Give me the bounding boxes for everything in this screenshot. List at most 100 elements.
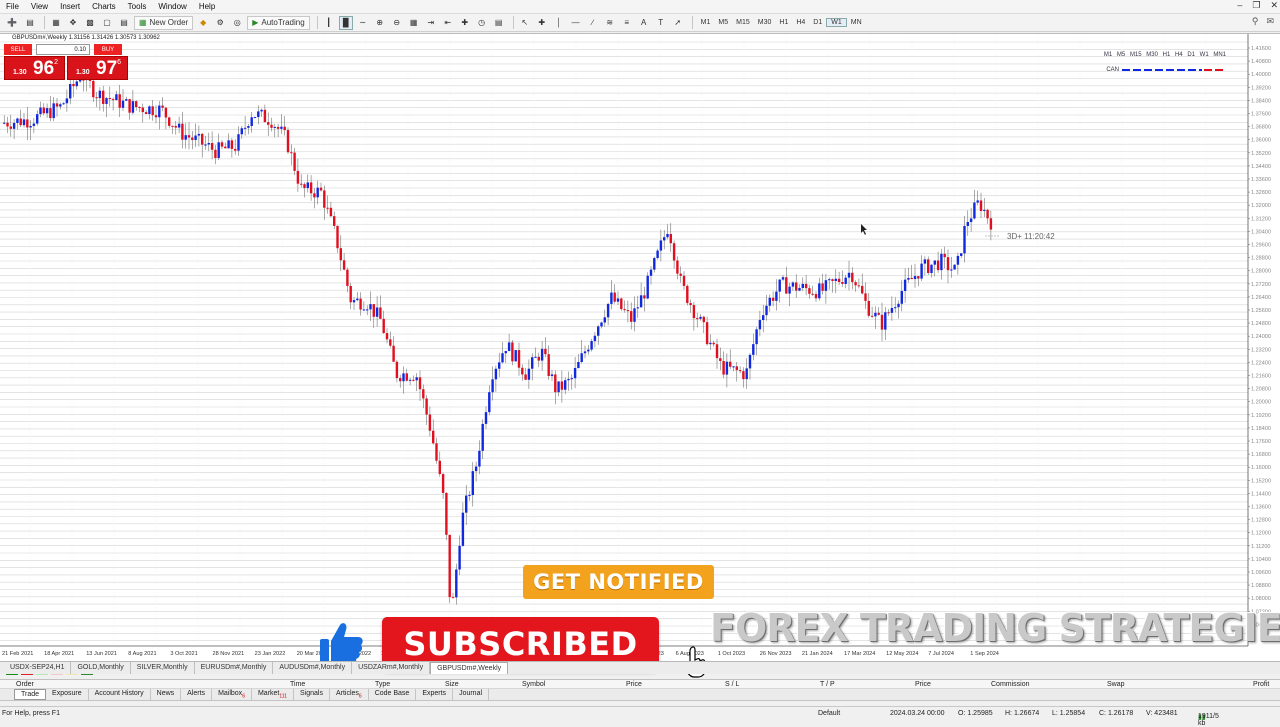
- col-sl[interactable]: S / L: [725, 681, 739, 688]
- chart-tab-audusd[interactable]: AUDUSDm#,Monthly: [273, 662, 353, 674]
- line-chart-icon[interactable]: ∼: [356, 16, 370, 30]
- new-order-button[interactable]: ▦ New Order: [133, 15, 194, 30]
- bull-candle: [593, 332, 597, 348]
- term-tab-mailbox[interactable]: Mailbox6: [212, 689, 252, 700]
- bull-candle: [890, 296, 894, 321]
- term-tab-market[interactable]: Market111: [252, 689, 294, 700]
- profiles-icon[interactable]: ▤: [23, 16, 37, 30]
- col-order[interactable]: Order: [16, 681, 34, 688]
- term-tab-code-base[interactable]: Code Base: [369, 689, 417, 700]
- col-profit[interactable]: Profit: [1253, 681, 1269, 688]
- chat-icon[interactable]: ✉: [1266, 16, 1274, 27]
- trendline-icon[interactable]: ∕: [586, 16, 600, 30]
- menu-window[interactable]: Window: [152, 2, 192, 11]
- col-swap[interactable]: Swap: [1107, 681, 1125, 688]
- terminal-icon[interactable]: ▢: [100, 16, 114, 30]
- chart-tab-eurusd[interactable]: EURUSDm#,Monthly: [195, 662, 274, 674]
- chart-tab-silver[interactable]: SILVER,Monthly: [131, 662, 195, 674]
- buy-label[interactable]: BUY: [94, 44, 122, 55]
- bear-candle: [630, 302, 633, 330]
- price-tick-label: 1.13600: [1251, 505, 1271, 511]
- navigator-icon[interactable]: ▩: [83, 16, 97, 30]
- col-time[interactable]: Time: [290, 681, 305, 688]
- term-tab-trade[interactable]: Trade: [14, 689, 47, 700]
- text-icon[interactable]: A: [637, 16, 651, 30]
- horizontal-line-icon[interactable]: —: [569, 16, 583, 30]
- bar-chart-icon[interactable]: ┃: [322, 16, 336, 30]
- signals-icon[interactable]: ◎: [230, 16, 244, 30]
- bear-candle: [333, 211, 336, 230]
- col-symbol[interactable]: Symbol: [522, 681, 545, 688]
- chart-tab-usdzar[interactable]: USDZARm#,Monthly: [352, 662, 431, 674]
- minimize-icon[interactable]: –: [1237, 0, 1242, 11]
- restore-icon[interactable]: ❐: [1252, 0, 1260, 11]
- price-tick-label: 1.36000: [1251, 138, 1271, 144]
- period-m30[interactable]: M30: [754, 19, 776, 26]
- period-m15[interactable]: M15: [732, 19, 754, 26]
- col-commission[interactable]: Commission: [991, 681, 1030, 688]
- sell-button[interactable]: 1.30 96 2: [4, 56, 65, 80]
- thumbs-up-icon[interactable]: [318, 621, 364, 665]
- menu-tools[interactable]: Tools: [122, 2, 153, 11]
- col-price-current[interactable]: Price: [915, 681, 931, 688]
- term-tab-exposure[interactable]: Exposure: [46, 689, 89, 700]
- col-tp[interactable]: T / P: [820, 681, 835, 688]
- chart-tab-gbpusd[interactable]: GBPUSDm#,Weekly: [430, 662, 509, 674]
- period-mn[interactable]: MN: [847, 19, 866, 26]
- chart-window[interactable]: 1.41600 1.40800 1.40000 1.39200 1.38400 1.376…: [0, 33, 1280, 678]
- channel-icon[interactable]: ≋: [603, 16, 617, 30]
- term-tab-experts[interactable]: Experts: [416, 689, 454, 700]
- sell-label[interactable]: SELL: [4, 44, 32, 55]
- indicators-icon[interactable]: ✚: [458, 16, 472, 30]
- period-h4[interactable]: H4: [792, 19, 809, 26]
- term-tab-signals[interactable]: Signals: [294, 689, 330, 700]
- col-type[interactable]: Type: [375, 681, 390, 688]
- close-icon[interactable]: ✕: [1270, 0, 1278, 11]
- term-tab-alerts[interactable]: Alerts: [181, 689, 213, 700]
- candle-chart-icon[interactable]: █: [338, 15, 353, 30]
- search-icon[interactable]: ⚲: [1252, 16, 1259, 27]
- periods-icon[interactable]: ◷: [475, 16, 489, 30]
- term-tab-account-history[interactable]: Account History: [89, 689, 151, 700]
- period-m1[interactable]: M1: [697, 19, 715, 26]
- term-tab-news[interactable]: News: [151, 689, 182, 700]
- tester-icon[interactable]: ▤: [117, 16, 131, 30]
- fibonacci-icon[interactable]: ≡: [620, 16, 634, 30]
- options-icon[interactable]: ⚙: [213, 16, 227, 30]
- get-notified-banner[interactable]: GET NOTIFIED: [523, 565, 714, 599]
- col-price[interactable]: Price: [626, 681, 642, 688]
- new-chart-icon[interactable]: ➕: [4, 16, 20, 30]
- autotrading-button[interactable]: ▶ AutoTrading: [247, 15, 310, 30]
- menu-charts[interactable]: Charts: [86, 2, 122, 11]
- col-size[interactable]: Size: [445, 681, 459, 688]
- arrows-icon[interactable]: ➚: [671, 16, 685, 30]
- buy-button[interactable]: 1.30 97 6: [67, 56, 128, 80]
- vertical-line-icon[interactable]: │: [552, 16, 566, 30]
- bull-candle: [557, 381, 560, 397]
- tile-windows-icon[interactable]: ▦: [407, 16, 421, 30]
- menu-file[interactable]: File: [0, 2, 25, 11]
- templates-icon[interactable]: ▤: [492, 16, 506, 30]
- menu-insert[interactable]: Insert: [54, 2, 86, 11]
- chart-tab-usdx[interactable]: USDX-SEP24,H1: [4, 662, 72, 674]
- data-window-icon[interactable]: ✥: [66, 16, 80, 30]
- term-tab-articles[interactable]: Articles6: [330, 689, 369, 700]
- period-m5[interactable]: M5: [714, 19, 732, 26]
- period-h1[interactable]: H1: [775, 19, 792, 26]
- metaeditor-icon[interactable]: ◆: [196, 16, 210, 30]
- chart-tab-gold[interactable]: GOLD,Monthly: [71, 662, 131, 674]
- zoom-in-icon[interactable]: ⊕: [373, 16, 387, 30]
- period-d1[interactable]: D1: [809, 19, 826, 26]
- market-watch-icon[interactable]: ▦: [49, 16, 63, 30]
- period-w1[interactable]: W1: [826, 18, 847, 27]
- label-icon[interactable]: T: [654, 16, 668, 30]
- term-tab-journal[interactable]: Journal: [453, 689, 490, 700]
- auto-scroll-icon[interactable]: ⇥: [424, 16, 438, 30]
- menu-help[interactable]: Help: [193, 2, 221, 11]
- cursor-icon[interactable]: ↖: [518, 16, 532, 30]
- chart-shift-icon[interactable]: ⇤: [441, 16, 455, 30]
- zoom-out-icon[interactable]: ⊖: [390, 16, 404, 30]
- lot-size-input[interactable]: 0.10: [36, 44, 90, 55]
- crosshair-icon[interactable]: ✚: [535, 16, 549, 30]
- menu-view[interactable]: View: [25, 2, 54, 11]
